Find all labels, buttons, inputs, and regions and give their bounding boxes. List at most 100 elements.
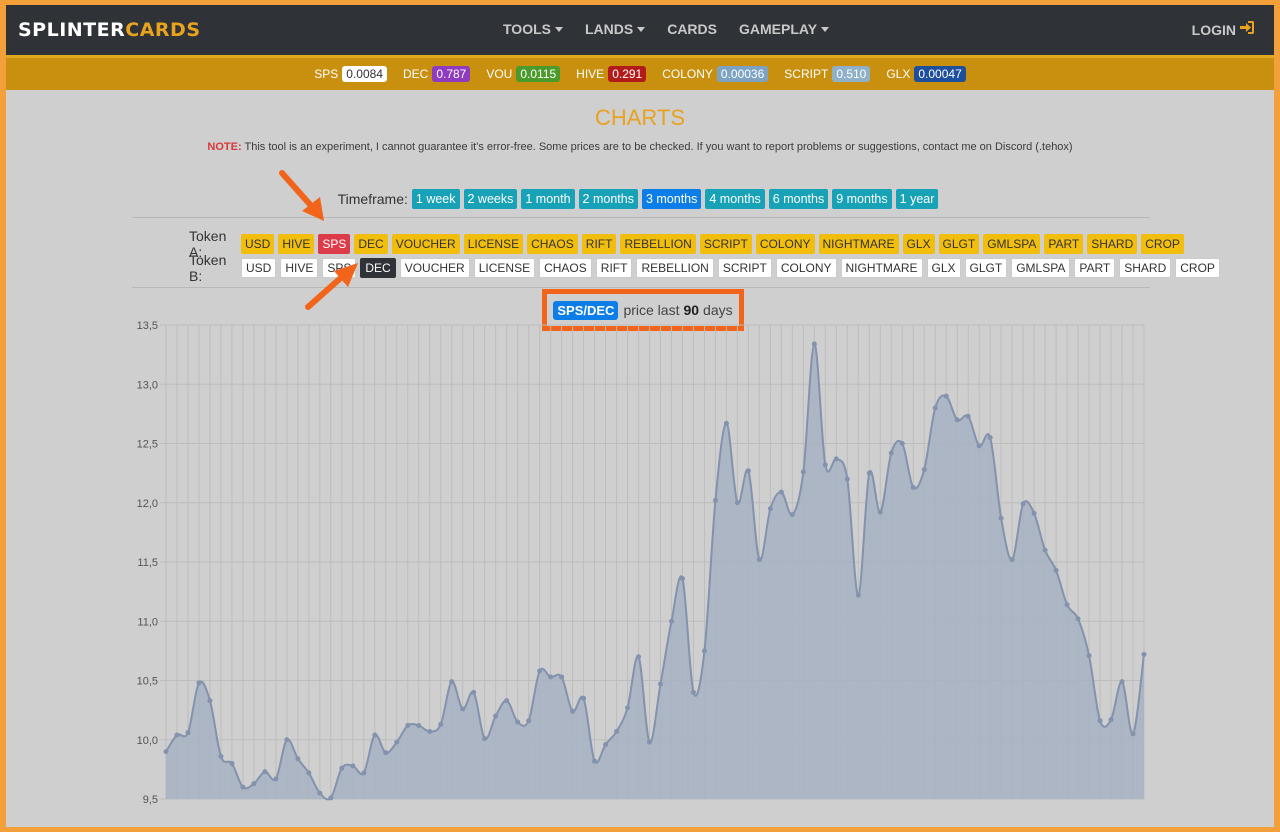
- data-point[interactable]: [734, 500, 740, 506]
- data-point[interactable]: [548, 674, 554, 680]
- data-point[interactable]: [471, 689, 477, 695]
- annotation-arrow-icon: [279, 170, 324, 221]
- data-point[interactable]: [767, 506, 773, 512]
- data-point[interactable]: [625, 705, 631, 711]
- data-point[interactable]: [789, 512, 795, 518]
- price-chart: 13,5 13,0 12,5 12,0 11,5 11,0 10,5 10,0 9,5: [137, 320, 1147, 806]
- data-point[interactable]: [1075, 616, 1081, 622]
- data-point[interactable]: [460, 706, 466, 712]
- data-point[interactable]: [723, 420, 729, 426]
- data-point[interactable]: [1009, 557, 1015, 563]
- data-point[interactable]: [229, 760, 235, 766]
- data-point[interactable]: [361, 770, 367, 776]
- data-point[interactable]: [383, 750, 389, 756]
- data-point[interactable]: [163, 749, 169, 755]
- data-point[interactable]: [811, 341, 817, 347]
- data-point[interactable]: [339, 765, 345, 771]
- data-point[interactable]: [1064, 602, 1070, 608]
- data-point[interactable]: [657, 681, 663, 687]
- data-point[interactable]: [1097, 718, 1103, 724]
- data-point[interactable]: [690, 689, 696, 695]
- data-point[interactable]: [196, 680, 202, 686]
- data-point[interactable]: [317, 790, 323, 796]
- data-point[interactable]: [405, 723, 411, 729]
- data-point[interactable]: [493, 713, 499, 719]
- data-point[interactable]: [976, 443, 982, 449]
- data-point[interactable]: [284, 737, 290, 743]
- data-point[interactable]: [427, 728, 433, 734]
- data-point[interactable]: [207, 698, 213, 704]
- data-point[interactable]: [778, 489, 784, 495]
- data-point[interactable]: [987, 435, 993, 441]
- data-point[interactable]: [1108, 717, 1114, 723]
- data-point[interactable]: [350, 763, 356, 769]
- data-point[interactable]: [668, 618, 674, 624]
- data-point[interactable]: [965, 413, 971, 419]
- y-tick-label: 10,0: [137, 735, 158, 747]
- price-chart-wrap: 13,5 13,0 12,5 12,0 11,5 11,0 10,5 10,0 9,5: [6, 5, 1274, 827]
- data-point[interactable]: [526, 718, 532, 724]
- data-point[interactable]: [251, 781, 257, 787]
- data-point[interactable]: [603, 741, 609, 747]
- data-point[interactable]: [614, 728, 620, 734]
- data-point[interactable]: [295, 756, 301, 762]
- data-point[interactable]: [559, 674, 565, 680]
- data-point[interactable]: [877, 509, 883, 515]
- data-point[interactable]: [701, 648, 707, 654]
- data-point[interactable]: [394, 739, 400, 745]
- data-point[interactable]: [416, 723, 422, 729]
- data-point[interactable]: [745, 468, 751, 474]
- data-point[interactable]: [712, 497, 718, 503]
- data-point[interactable]: [756, 557, 762, 563]
- data-point[interactable]: [581, 695, 587, 701]
- data-point[interactable]: [1053, 567, 1059, 573]
- data-point[interactable]: [174, 732, 180, 738]
- y-tick-label: 12,5: [137, 439, 158, 451]
- data-point[interactable]: [888, 450, 894, 456]
- data-point[interactable]: [306, 770, 312, 776]
- data-point[interactable]: [1141, 651, 1147, 657]
- data-point[interactable]: [449, 679, 455, 685]
- data-point[interactable]: [800, 469, 806, 475]
- data-point[interactable]: [910, 484, 916, 490]
- y-tick-label: 9,5: [143, 794, 158, 806]
- data-point[interactable]: [1086, 653, 1092, 659]
- data-point[interactable]: [1020, 501, 1026, 507]
- data-point[interactable]: [932, 405, 938, 411]
- data-point[interactable]: [273, 776, 279, 782]
- page-frame: SPLINTERCARDS TOOLS LANDS CARDS GAMEPLAY…: [6, 5, 1274, 827]
- data-point[interactable]: [438, 721, 444, 727]
- data-point[interactable]: [833, 456, 839, 462]
- data-point[interactable]: [855, 592, 861, 598]
- data-point[interactable]: [240, 784, 246, 790]
- data-point[interactable]: [1130, 731, 1136, 737]
- data-point[interactable]: [636, 654, 642, 660]
- data-point[interactable]: [1119, 679, 1125, 685]
- data-point[interactable]: [822, 462, 828, 468]
- data-point[interactable]: [185, 730, 191, 736]
- data-point[interactable]: [537, 668, 543, 674]
- data-point[interactable]: [592, 758, 598, 764]
- data-point[interactable]: [866, 470, 872, 476]
- data-point[interactable]: [921, 467, 927, 473]
- data-point[interactable]: [998, 515, 1004, 521]
- data-point[interactable]: [899, 441, 905, 446]
- data-point[interactable]: [943, 393, 949, 399]
- data-point[interactable]: [647, 739, 653, 745]
- data-point[interactable]: [262, 769, 268, 775]
- data-point[interactable]: [218, 753, 224, 759]
- data-point[interactable]: [679, 576, 685, 582]
- data-point[interactable]: [844, 476, 850, 482]
- data-point[interactable]: [515, 719, 521, 725]
- y-tick-label: 12,0: [137, 498, 158, 510]
- y-tick-label: 10,5: [137, 676, 158, 688]
- data-point[interactable]: [372, 732, 378, 738]
- data-point[interactable]: [954, 417, 960, 423]
- data-point[interactable]: [482, 736, 488, 742]
- data-point[interactable]: [1031, 510, 1037, 516]
- data-point[interactable]: [1042, 547, 1048, 553]
- y-tick-label: 11,0: [137, 616, 158, 628]
- data-point[interactable]: [328, 795, 334, 801]
- data-point[interactable]: [504, 698, 510, 704]
- data-point[interactable]: [570, 708, 576, 714]
